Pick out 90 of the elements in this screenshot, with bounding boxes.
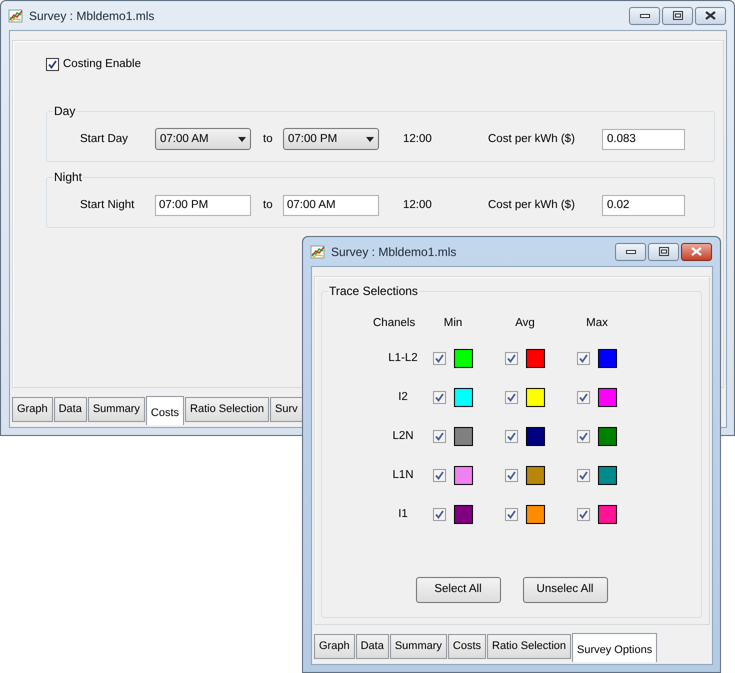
color-swatch[interactable] bbox=[454, 388, 473, 408]
color-swatch[interactable] bbox=[454, 427, 473, 446]
field-label: Start Night bbox=[80, 198, 136, 213]
checkbox[interactable] bbox=[433, 391, 446, 404]
checkbox-label: Costing Enable bbox=[63, 57, 141, 72]
field-label: to bbox=[263, 132, 274, 147]
checkbox[interactable] bbox=[433, 352, 446, 366]
checkbox[interactable] bbox=[577, 391, 590, 404]
close-button[interactable] bbox=[695, 6, 726, 24]
time-dropdown[interactable]: 07:00 AM bbox=[155, 128, 251, 150]
tab[interactable]: Data bbox=[356, 634, 389, 659]
window-title: Survey : Mbldemo1.mls bbox=[29, 8, 154, 24]
maximize-button[interactable] bbox=[662, 6, 693, 24]
field-label: Cost per kWh ($) bbox=[488, 198, 576, 213]
checkbox[interactable] bbox=[433, 430, 446, 444]
group-title: Night bbox=[53, 171, 84, 184]
action-button[interactable]: Select All bbox=[416, 577, 500, 603]
color-swatch[interactable] bbox=[454, 505, 473, 524]
tab[interactable]: Costs bbox=[448, 634, 486, 659]
checkbox[interactable] bbox=[433, 508, 446, 522]
checkbox[interactable] bbox=[505, 391, 518, 404]
duration-text: 12:00 bbox=[403, 198, 433, 213]
checkbox[interactable] bbox=[577, 508, 590, 522]
action-button[interactable]: Unselec All bbox=[522, 577, 608, 603]
checkbox[interactable] bbox=[577, 352, 590, 366]
tab[interactable]: Ratio Selection bbox=[487, 634, 572, 659]
checkbox[interactable] bbox=[505, 430, 518, 444]
checkbox[interactable] bbox=[433, 469, 446, 482]
column-header: Chanels bbox=[373, 316, 416, 331]
color-swatch[interactable] bbox=[598, 388, 617, 408]
tab[interactable]: Costs bbox=[146, 396, 184, 425]
field-label: to bbox=[263, 198, 274, 213]
channel-label: L1-L2 bbox=[387, 351, 419, 366]
color-swatch[interactable] bbox=[526, 466, 545, 486]
color-swatch[interactable] bbox=[598, 427, 617, 446]
color-swatch[interactable] bbox=[598, 349, 617, 368]
time-field[interactable]: 07:00 AM bbox=[283, 194, 379, 216]
caret-icon bbox=[366, 136, 374, 142]
checkbox[interactable] bbox=[505, 352, 518, 366]
maximize-icon bbox=[672, 11, 682, 20]
caret-icon bbox=[238, 136, 246, 142]
color-swatch[interactable] bbox=[598, 505, 617, 524]
field-label: Start Day bbox=[80, 132, 129, 147]
close-icon bbox=[705, 11, 716, 20]
color-swatch[interactable] bbox=[526, 427, 545, 446]
chart-icon bbox=[310, 244, 326, 260]
tab[interactable]: Graph bbox=[314, 634, 355, 659]
field-label: Cost per kWh ($) bbox=[488, 132, 576, 147]
tab[interactable]: Survey Options bbox=[572, 633, 658, 662]
channel-label: L2N bbox=[391, 429, 415, 444]
duration-text: 12:00 bbox=[403, 132, 433, 147]
color-swatch[interactable] bbox=[454, 349, 473, 368]
tab[interactable]: Summary bbox=[390, 634, 447, 659]
close-button[interactable] bbox=[681, 242, 712, 260]
close-icon bbox=[691, 247, 702, 256]
maximize-icon bbox=[658, 247, 668, 256]
checkbox[interactable] bbox=[46, 58, 59, 72]
column-header: Max bbox=[585, 316, 609, 331]
time-dropdown[interactable]: 07:00 PM bbox=[283, 128, 379, 150]
tab[interactable]: Graph bbox=[12, 397, 53, 422]
color-swatch[interactable] bbox=[598, 466, 617, 486]
tab[interactable]: Surv bbox=[270, 397, 303, 422]
time-field[interactable]: 07:00 PM bbox=[155, 194, 251, 216]
color-swatch[interactable] bbox=[526, 349, 545, 368]
checkbox[interactable] bbox=[577, 469, 590, 482]
channel-label: L1N bbox=[391, 468, 415, 484]
color-swatch[interactable] bbox=[454, 466, 473, 486]
channel-label: I1 bbox=[397, 507, 409, 522]
window-title: Survey : Mbldemo1.mls bbox=[331, 244, 456, 260]
column-header: Avg bbox=[514, 316, 536, 331]
checkbox[interactable] bbox=[505, 469, 518, 482]
minimize-button[interactable] bbox=[629, 6, 660, 24]
group-title: Day bbox=[53, 105, 76, 118]
tab[interactable]: Summary bbox=[88, 397, 145, 422]
group-title: Trace Selections bbox=[328, 285, 419, 297]
chart-icon bbox=[8, 8, 24, 24]
maximize-button[interactable] bbox=[648, 242, 679, 260]
minimize-button[interactable] bbox=[615, 242, 646, 260]
checkbox[interactable] bbox=[577, 430, 590, 444]
cost-field[interactable]: 0.02 bbox=[602, 194, 685, 216]
column-header: Min bbox=[442, 316, 464, 331]
channel-label: I2 bbox=[397, 390, 409, 406]
checkbox[interactable] bbox=[505, 508, 518, 522]
tab[interactable]: Data bbox=[54, 397, 87, 422]
tab[interactable]: Ratio Selection bbox=[185, 397, 270, 422]
color-swatch[interactable] bbox=[526, 388, 545, 408]
cost-field[interactable]: 0.083 bbox=[602, 128, 685, 150]
minimize-icon bbox=[626, 248, 636, 254]
minimize-icon bbox=[640, 12, 650, 18]
color-swatch[interactable] bbox=[526, 505, 545, 524]
